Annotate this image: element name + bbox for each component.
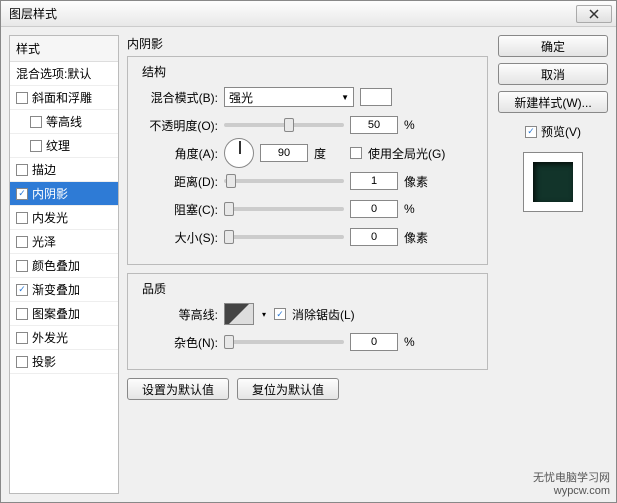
sidebar-item-label: 光泽 [32, 233, 56, 250]
chevron-down-icon: ▼ [341, 93, 349, 102]
opacity-slider[interactable] [224, 123, 344, 127]
antialias-label: 消除锯齿(L) [292, 306, 355, 323]
quality-legend: 品质 [138, 280, 170, 297]
opacity-unit: % [404, 118, 434, 132]
size-unit: 像素 [404, 229, 434, 246]
sidebar-checkbox[interactable] [16, 212, 28, 224]
size-input[interactable]: 0 [350, 228, 398, 246]
sidebar-item-8[interactable]: 渐变叠加 [10, 278, 118, 302]
sidebar-checkbox[interactable] [30, 140, 42, 152]
global-light-label: 使用全局光(G) [368, 145, 445, 162]
sidebar-item-1[interactable]: 等高线 [10, 110, 118, 134]
reset-default-button[interactable]: 复位为默认值 [237, 378, 339, 400]
sidebar-item-label: 外发光 [32, 329, 68, 346]
sidebar-header: 样式 [10, 36, 118, 62]
sidebar-item-label: 描边 [32, 161, 56, 178]
distance-unit: 像素 [404, 173, 434, 190]
angle-label: 角度(A): [138, 145, 218, 162]
sidebar-item-label: 内阴影 [32, 185, 68, 202]
sidebar-item-5[interactable]: 内发光 [10, 206, 118, 230]
styles-sidebar: 样式 混合选项:默认 斜面和浮雕等高线纹理描边内阴影内发光光泽颜色叠加渐变叠加图… [9, 35, 119, 494]
sidebar-checkbox[interactable] [30, 116, 42, 128]
close-icon [589, 9, 599, 19]
preview-box [523, 152, 583, 212]
angle-dial[interactable] [224, 138, 254, 168]
antialias-checkbox[interactable] [274, 308, 286, 320]
sidebar-item-0[interactable]: 斜面和浮雕 [10, 86, 118, 110]
angle-input[interactable]: 90 [260, 144, 308, 162]
contour-picker[interactable] [224, 303, 254, 325]
opacity-label: 不透明度(O): [138, 117, 218, 134]
choke-unit: % [404, 202, 434, 216]
choke-input[interactable]: 0 [350, 200, 398, 218]
noise-slider[interactable] [224, 340, 344, 344]
sidebar-item-7[interactable]: 颜色叠加 [10, 254, 118, 278]
noise-unit: % [404, 335, 434, 349]
sidebar-blend-defaults[interactable]: 混合选项:默认 [10, 62, 118, 86]
blend-mode-combo[interactable]: 强光 ▼ [224, 87, 354, 107]
structure-legend: 结构 [138, 63, 170, 80]
preview-label: 预览(V) [541, 123, 581, 140]
close-button[interactable] [576, 5, 612, 23]
cancel-button[interactable]: 取消 [498, 63, 608, 85]
sidebar-checkbox[interactable] [16, 92, 28, 104]
angle-unit: 度 [314, 145, 344, 162]
distance-input[interactable]: 1 [350, 172, 398, 190]
structure-group: 结构 混合模式(B): 强光 ▼ 不透明度(O): 50 % [127, 56, 488, 265]
sidebar-item-label: 投影 [32, 353, 56, 370]
preview-swatch [533, 162, 573, 202]
distance-slider[interactable] [224, 179, 344, 183]
size-slider[interactable] [224, 235, 344, 239]
noise-label: 杂色(N): [138, 334, 218, 351]
noise-input[interactable]: 0 [350, 333, 398, 351]
layer-style-dialog: 图层样式 样式 混合选项:默认 斜面和浮雕等高线纹理描边内阴影内发光光泽颜色叠加… [0, 0, 617, 503]
sidebar-item-label: 颜色叠加 [32, 257, 80, 274]
sidebar-item-label: 图案叠加 [32, 305, 80, 322]
size-label: 大小(S): [138, 229, 218, 246]
sidebar-item-9[interactable]: 图案叠加 [10, 302, 118, 326]
distance-label: 距离(D): [138, 173, 218, 190]
sidebar-checkbox[interactable] [16, 164, 28, 176]
sidebar-item-label: 渐变叠加 [32, 281, 80, 298]
color-swatch[interactable] [360, 88, 392, 106]
sidebar-item-3[interactable]: 描边 [10, 158, 118, 182]
preview-checkbox[interactable] [525, 126, 537, 138]
sidebar-item-4[interactable]: 内阴影 [10, 182, 118, 206]
right-column: 确定 取消 新建样式(W)... 预览(V) [498, 35, 608, 494]
sidebar-checkbox[interactable] [16, 356, 28, 368]
sidebar-item-label: 等高线 [46, 113, 82, 130]
opacity-input[interactable]: 50 [350, 116, 398, 134]
sidebar-checkbox[interactable] [16, 260, 28, 272]
quality-group: 品质 等高线: ▾ 消除锯齿(L) 杂色(N): 0 % [127, 273, 488, 370]
sidebar-item-6[interactable]: 光泽 [10, 230, 118, 254]
sidebar-item-label: 内发光 [32, 209, 68, 226]
sidebar-checkbox[interactable] [16, 308, 28, 320]
choke-slider[interactable] [224, 207, 344, 211]
choke-label: 阻塞(C): [138, 201, 218, 218]
window-title: 图层样式 [5, 5, 576, 22]
ok-button[interactable]: 确定 [498, 35, 608, 57]
sidebar-item-10[interactable]: 外发光 [10, 326, 118, 350]
titlebar: 图层样式 [1, 1, 616, 27]
sidebar-item-label: 纹理 [46, 137, 70, 154]
blend-mode-label: 混合模式(B): [138, 89, 218, 106]
sidebar-checkbox[interactable] [16, 332, 28, 344]
sidebar-checkbox[interactable] [16, 188, 28, 200]
settings-panel: 内阴影 结构 混合模式(B): 强光 ▼ 不透明度(O): [127, 35, 488, 494]
contour-label: 等高线: [138, 306, 218, 323]
sidebar-item-2[interactable]: 纹理 [10, 134, 118, 158]
make-default-button[interactable]: 设置为默认值 [127, 378, 229, 400]
global-light-checkbox[interactable] [350, 147, 362, 159]
sidebar-item-label: 斜面和浮雕 [32, 89, 92, 106]
panel-title: 内阴影 [127, 35, 488, 52]
sidebar-item-11[interactable]: 投影 [10, 350, 118, 374]
sidebar-checkbox[interactable] [16, 284, 28, 296]
sidebar-checkbox[interactable] [16, 236, 28, 248]
watermark: 无忧电脑学习网 wypcw.com [533, 472, 610, 498]
chevron-down-icon[interactable]: ▾ [260, 310, 268, 319]
new-style-button[interactable]: 新建样式(W)... [498, 91, 608, 113]
